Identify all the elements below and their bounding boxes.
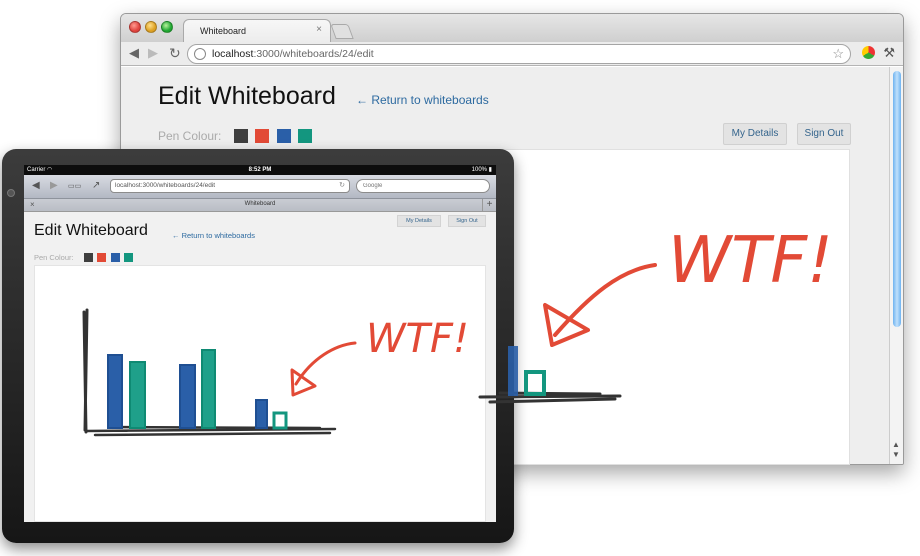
new-tab-button[interactable]: [330, 24, 354, 39]
tablet-tab-bar: × Whiteboard +: [24, 199, 496, 212]
battery-indicator: 100% ▮: [471, 167, 492, 173]
browser-tab-title: Whiteboard: [200, 26, 247, 36]
tablet-forward-icon[interactable]: ▶: [50, 180, 58, 191]
scroll-arrows-icon[interactable]: ▲ ▼: [892, 440, 900, 460]
desktop-titlebar: Whiteboard ×: [121, 14, 903, 43]
tablet-camera: [7, 189, 15, 197]
address-url: localhost:3000/whiteboards/24/edit: [212, 48, 374, 60]
tablet-sign-out-button[interactable]: Sign Out: [448, 215, 486, 227]
tab-close-icon[interactable]: ×: [316, 24, 322, 35]
tablet-pen-swatch-black[interactable]: [84, 253, 93, 262]
bookmark-star-icon[interactable]: ☆: [832, 46, 844, 62]
status-time: 8:52 PM: [248, 167, 272, 173]
tablet-pen-colour-label: Pen Colour:: [34, 253, 74, 262]
tablet-pen-swatch-blue[interactable]: [111, 253, 120, 262]
vertical-scrollbar[interactable]: ▲ ▼: [889, 67, 903, 464]
tablet-pen-swatch-teal[interactable]: [124, 253, 133, 262]
tablet-return-link[interactable]: ← Return to whiteboards: [172, 231, 255, 240]
page-title: Edit Whiteboard: [158, 82, 336, 110]
screenshot-stage: Whiteboard × ◀ ▶ ↻ localhost:3000/whiteb…: [0, 0, 920, 556]
tablet-screen: Carrier ◠ 8:52 PM 100% ▮ ◀ ▶ ▭▭ ↗ localh…: [24, 165, 496, 522]
tablet-whiteboard-canvas[interactable]: [34, 265, 486, 522]
tablet-url-text: localhost:3000/whiteboards/24/edit: [115, 182, 216, 189]
tablet-page-title: Edit Whiteboard: [34, 222, 148, 239]
globe-icon: [194, 48, 206, 60]
pen-colour-label: Pen Colour:: [158, 129, 222, 143]
reload-icon[interactable]: ↻: [169, 46, 181, 60]
tablet-tab-title[interactable]: Whiteboard: [24, 201, 496, 207]
scrollbar-thumb[interactable]: [893, 71, 901, 327]
tablet-back-icon[interactable]: ◀: [32, 180, 40, 191]
tablet-status-bar: Carrier ◠ 8:52 PM 100% ▮: [24, 165, 496, 175]
window-maximize-button[interactable]: [161, 21, 173, 33]
tablet-pen-swatch-red[interactable]: [97, 253, 106, 262]
back-arrow-icon[interactable]: ◀: [129, 46, 139, 60]
pen-swatch-blue[interactable]: [277, 129, 291, 143]
tablet-address-bar[interactable]: localhost:3000/whiteboards/24/edit ↻: [110, 179, 350, 193]
pen-swatch-teal[interactable]: [298, 129, 312, 143]
tablet-toolbar: ◀ ▶ ▭▭ ↗ localhost:3000/whiteboards/24/e…: [24, 175, 496, 199]
extension-icon[interactable]: [862, 46, 875, 59]
wrench-icon[interactable]: ⚒: [883, 45, 895, 61]
window-close-button[interactable]: [129, 21, 141, 33]
pen-swatch-red[interactable]: [255, 129, 269, 143]
address-bar[interactable]: localhost:3000/whiteboards/24/edit ☆: [187, 44, 851, 64]
share-icon[interactable]: ↗: [92, 180, 100, 191]
desktop-toolbar: ◀ ▶ ↻ localhost:3000/whiteboards/24/edit…: [121, 42, 903, 66]
browser-tab[interactable]: Whiteboard ×: [183, 19, 331, 43]
tablet-my-details-button[interactable]: My Details: [397, 215, 441, 227]
return-to-whiteboards-link[interactable]: ← Return to whiteboards: [356, 93, 489, 107]
bookmarks-icon[interactable]: ▭▭: [68, 182, 81, 190]
url-host: localhost: [212, 48, 254, 60]
pen-swatch-black[interactable]: [234, 129, 248, 143]
forward-arrow-icon[interactable]: ▶: [148, 46, 158, 60]
tablet-search-field[interactable]: [356, 179, 490, 193]
url-path: :3000/whiteboards/24/edit: [253, 48, 374, 60]
tablet-new-tab-icon[interactable]: +: [482, 199, 496, 211]
window-minimize-button[interactable]: [145, 21, 157, 33]
tablet-reload-icon[interactable]: ↻: [339, 180, 345, 192]
